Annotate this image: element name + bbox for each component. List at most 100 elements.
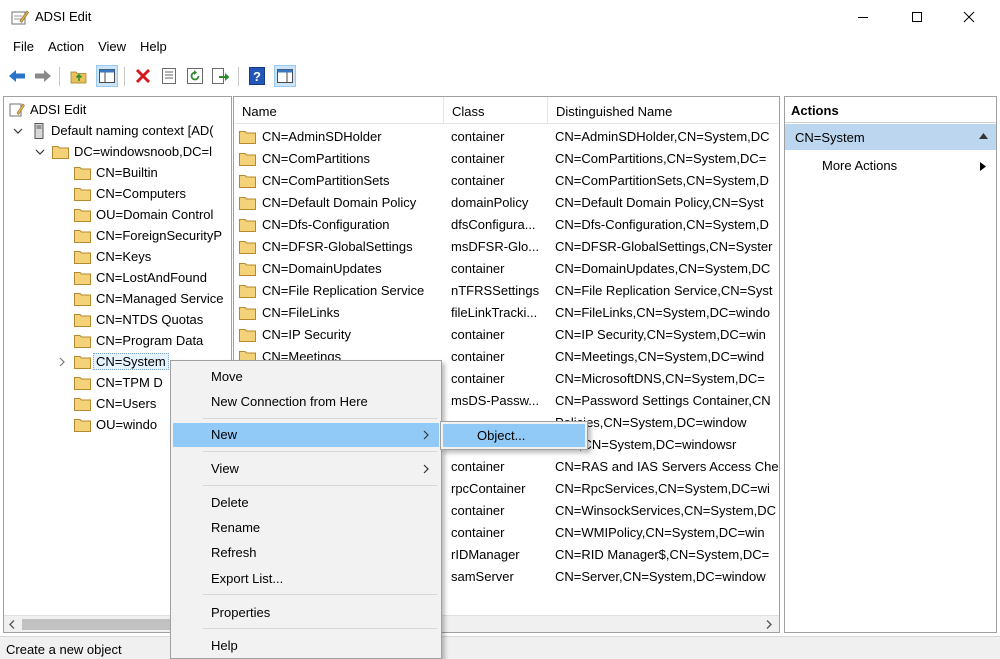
folder-icon	[74, 187, 91, 201]
tree-item[interactable]: CN=System	[74, 351, 169, 372]
menu-action[interactable]: Action	[41, 37, 91, 57]
list-cell-class: rIDManager	[451, 547, 520, 562]
list-row[interactable]: CN=Dfs-Configuration dfsConfigura... CN=Df…	[234, 214, 779, 236]
expanded-chevron-icon[interactable]	[35, 147, 45, 157]
folder-icon	[74, 313, 91, 327]
list-row[interactable]: CN=AdminSDHolder container CN=AdminSDHolde…	[234, 126, 779, 148]
close-button[interactable]	[946, 0, 992, 34]
expanded-chevron-icon[interactable]	[13, 126, 23, 136]
column-header-name[interactable]: Name	[234, 97, 444, 124]
refresh-button[interactable]	[184, 65, 206, 87]
list-cell-name-text: CN=Dfs-Configuration	[262, 217, 390, 232]
tree-item-label: OU=Domain Control	[96, 207, 214, 222]
tree-item[interactable]: CN=Computers	[74, 183, 186, 204]
list-cell-dn: CN=Server,CN=System,DC=window	[555, 569, 766, 584]
collapse-up-icon[interactable]	[979, 133, 988, 139]
list-cell-name: CN=Dfs-Configuration	[239, 217, 439, 232]
list-row[interactable]: CN=ComPartitionSets container CN=ComPartit…	[234, 170, 779, 192]
tree-item[interactable]: CN=NTDS Quotas	[74, 309, 203, 330]
list-row[interactable]: CN=DFSR-GlobalSettings msDFSR-Glo... CN=DF…	[234, 236, 779, 258]
menu-separator	[203, 628, 437, 629]
menu-item-rename[interactable]: Rename	[173, 516, 439, 540]
tree-item[interactable]: CN=Users	[74, 393, 156, 414]
folder-icon	[239, 306, 256, 320]
menu-item-new-connection[interactable]: New Connection from Here	[173, 390, 439, 414]
tree-item[interactable]: CN=Keys	[74, 246, 151, 267]
scroll-right-icon[interactable]	[764, 619, 774, 630]
properties-button[interactable]	[158, 65, 180, 87]
collapsed-chevron-icon[interactable]	[57, 357, 67, 367]
folder-icon	[74, 334, 91, 348]
help-button[interactable]: ?	[246, 65, 268, 87]
column-header-distinguished-name[interactable]: Distinguished Name	[548, 97, 779, 124]
tree-item-label: CN=Builtin	[96, 165, 158, 180]
tree-item[interactable]: CN=TPM D	[74, 372, 163, 393]
list-cell-class: container	[451, 371, 505, 386]
menu-item-view[interactable]: View	[173, 457, 439, 481]
tree-item[interactable]: CN=Builtin	[74, 162, 158, 183]
menu-item-export-list[interactable]: Export List...	[173, 567, 439, 591]
list-cell-name: CN=DomainUpdates	[239, 261, 439, 276]
list-cell-dn: CN=MicrosoftDNS,CN=System,DC=	[555, 371, 765, 386]
menu-item-new-label: New	[211, 427, 238, 442]
folder-icon	[239, 218, 256, 232]
scroll-left-icon[interactable]	[7, 619, 17, 630]
list-row[interactable]: CN=File Replication Service nTFRSSettings…	[234, 280, 779, 302]
menu-file[interactable]: File	[0, 37, 41, 57]
list-row[interactable]: CN=Default Domain Policy domainPolicy CN=D…	[234, 192, 779, 214]
submenu-item-object[interactable]: Object...	[443, 424, 585, 447]
list-cell-class: msDS-Passw...	[451, 393, 540, 408]
list-cell-name-text: CN=ComPartitions	[262, 151, 371, 166]
menu-item-properties[interactable]: Properties	[173, 601, 439, 625]
menu-item-new[interactable]: New	[173, 423, 439, 447]
folder-icon	[239, 174, 256, 188]
menu-separator	[203, 451, 437, 452]
tree-item[interactable]: OU=windo	[74, 414, 157, 435]
properties-icon	[162, 68, 176, 84]
list-row[interactable]: CN=DomainUpdates container CN=DomainUpdate…	[234, 258, 779, 280]
title-bar: ADSI Edit	[0, 0, 1000, 34]
forward-button[interactable]	[32, 65, 54, 87]
list-cell-class: container	[451, 261, 505, 276]
list-row[interactable]: CN=ComPartitions container CN=ComPartition…	[234, 148, 779, 170]
menu-item-delete[interactable]: Delete	[173, 491, 439, 515]
list-cell-dn: CN=ComPartitionSets,CN=System,D	[555, 173, 769, 188]
tree-item[interactable]: CN=LostAndFound	[74, 267, 207, 288]
minimize-button[interactable]	[840, 0, 886, 34]
tree-item[interactable]: CN=Program Data	[74, 330, 203, 351]
menu-item-move[interactable]: Move	[173, 365, 439, 389]
menu-help[interactable]: Help	[133, 37, 174, 57]
list-cell-dn: CN=RpcServices,CN=System,DC=wi	[555, 481, 770, 496]
list-cell-class: container	[451, 129, 505, 144]
list-cell-class: container	[451, 503, 505, 518]
export-list-button[interactable]	[210, 65, 232, 87]
scrollbar-thumb[interactable]	[22, 619, 177, 630]
column-header-class[interactable]: Class	[444, 97, 548, 124]
more-actions-item[interactable]: More Actions	[785, 155, 996, 177]
tree-item[interactable]: CN=Managed Service	[74, 288, 224, 309]
list-cell-name-text: CN=IP Security	[262, 327, 351, 342]
menu-item-refresh[interactable]: Refresh	[173, 541, 439, 565]
show-hide-console-tree-button[interactable]	[96, 65, 118, 87]
back-button[interactable]	[6, 65, 28, 87]
list-row[interactable]: CN=FileLinks fileLinkTracki... CN=FileLink…	[234, 302, 779, 324]
folder-icon	[239, 328, 256, 342]
tree-item[interactable]: OU=Domain Control	[74, 204, 213, 225]
menu-item-view-label: View	[211, 461, 239, 476]
menu-view[interactable]: View	[91, 37, 133, 57]
tree-item-label: CN=NTDS Quotas	[96, 312, 204, 327]
tree-root[interactable]: ADSI Edit	[9, 99, 86, 120]
list-row[interactable]: CN=IP Security container CN=IP Security,CN…	[234, 324, 779, 346]
delete-button[interactable]	[132, 65, 154, 87]
up-one-level-button[interactable]	[68, 65, 90, 87]
tree-item-label: CN=Managed Service	[96, 291, 224, 306]
actions-section-header[interactable]: CN=System	[785, 124, 996, 150]
maximize-button[interactable]	[894, 0, 940, 34]
tree-domain[interactable]: DC=windowsnoob,DC=l	[52, 141, 212, 162]
menu-item-help[interactable]: Help	[173, 634, 439, 658]
tree-item[interactable]: CN=ForeignSecurityP	[74, 225, 222, 246]
submenu-arrow-icon	[980, 162, 986, 171]
show-hide-action-pane-button[interactable]	[274, 65, 296, 87]
tree-naming-context[interactable]: Default naming context [AD(	[32, 120, 214, 141]
list-cell-dn: CN=RID Manager$,CN=System,DC=	[555, 547, 770, 562]
